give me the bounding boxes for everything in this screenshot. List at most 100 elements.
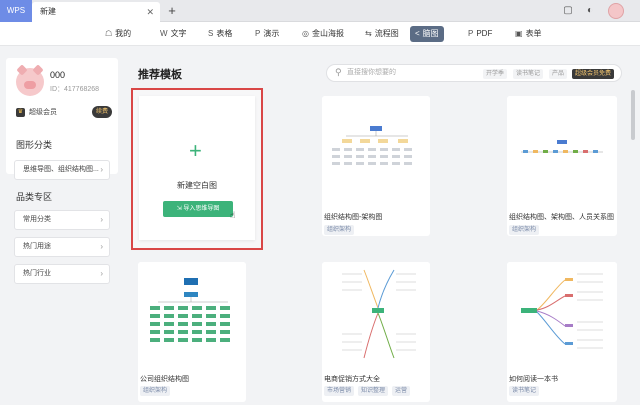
nav-label: 金山海报 xyxy=(311,29,344,38)
poster-icon: ◎ xyxy=(302,29,309,38)
template-tag[interactable]: 市场营销 xyxy=(324,386,355,396)
graph-category-item[interactable]: 思维导图、组织结构图... › xyxy=(14,160,110,180)
company-org-chart-thumbnail xyxy=(150,278,230,342)
template-tag[interactable]: 组织架构 xyxy=(509,225,540,235)
nav-mindmap[interactable]: < 脑图 xyxy=(410,26,444,42)
nav-label: 表单 xyxy=(525,29,542,38)
avatar[interactable] xyxy=(16,64,44,96)
mindmap-thumbnail xyxy=(342,269,416,359)
template-card[interactable]: 组织结构图-架构图 组织架构 xyxy=(322,96,430,236)
nav-my[interactable]: ☖ 我的 xyxy=(100,26,136,42)
nav-label: 文字 xyxy=(170,29,187,38)
pig-ear-icon xyxy=(16,64,28,76)
nav-writer[interactable]: W 文字 xyxy=(155,26,192,42)
search-tag[interactable]: 产品 xyxy=(549,69,568,79)
vip-crown-icon: ♛ xyxy=(16,108,25,117)
vip-free-tag[interactable]: 超级会员免费 xyxy=(572,69,615,79)
sheet-icon: S xyxy=(208,29,214,38)
nav-label: 演示 xyxy=(263,29,280,38)
pig-snout-icon xyxy=(24,81,36,89)
nav-pdf[interactable]: P PDF xyxy=(463,26,497,42)
import-mindmap-button[interactable]: ⇲ 导入思维导图 xyxy=(163,201,233,217)
nav-sheet[interactable]: S 表格 xyxy=(203,26,237,42)
template-card[interactable]: 组织结构图、架构图、人员关系图 组织架构 xyxy=(507,96,617,236)
search-input[interactable]: ⚲ 直接搜你想要的 开学季 读书笔记 产品 超级会员免费 xyxy=(326,64,622,82)
new-blank-label: 新建空白图 xyxy=(177,181,217,190)
template-thumbnail xyxy=(322,96,430,202)
wps-home-tab[interactable]: WPS xyxy=(0,0,32,22)
doc-tab-new[interactable]: 新建 ✕ xyxy=(32,2,160,22)
search-tag[interactable]: 开学季 xyxy=(483,69,508,79)
chevron-right-icon: › xyxy=(100,215,103,224)
nav-presentation[interactable]: P 演示 xyxy=(250,26,284,42)
writer-icon: W xyxy=(160,29,168,38)
template-tag[interactable]: 组织架构 xyxy=(324,225,355,235)
chevron-right-icon: › xyxy=(100,242,103,251)
app-nav-bar: ☖ 我的 W 文字 S 表格 P 演示 ◎ 金山海报 ⇆ 流程图 < 脑图 P PDF ▣ 表单 xyxy=(0,22,640,46)
template-title: 组织结构图-架构图 xyxy=(324,214,383,221)
renew-button[interactable]: 续费 xyxy=(92,106,112,118)
close-tab-icon[interactable]: ✕ xyxy=(146,2,154,22)
template-card[interactable]: 如何阅读一本书 读书笔记 xyxy=(507,262,617,402)
template-card[interactable]: 公司组织结构图 组织架构 xyxy=(138,262,246,402)
search-tag[interactable]: 读书笔记 xyxy=(513,69,544,79)
scrollbar[interactable] xyxy=(631,90,635,140)
username: 000 xyxy=(50,70,66,80)
nav-label: 脑图 xyxy=(422,29,439,38)
new-blank-card[interactable]: + 新建空白图 ⇲ 导入思维导图 ☝ xyxy=(131,88,263,250)
profile-card: 000 ID：417768268 ♛ 超级会员 续费 xyxy=(6,58,118,174)
user-id: ID：417768268 xyxy=(50,86,100,93)
hand-cursor-icon: ☝ xyxy=(230,210,236,220)
doc-tab-label: 新建 xyxy=(40,7,56,16)
new-tab-button[interactable]: + xyxy=(165,2,179,20)
template-tag[interactable]: 读书笔记 xyxy=(509,386,540,396)
nav-label: 我的 xyxy=(115,29,132,38)
presentation-icon: P xyxy=(255,29,261,38)
category-item-hot-use[interactable]: 热门用途 › xyxy=(14,237,110,257)
vip-label: 超级会员 xyxy=(29,109,57,116)
template-thumbnail xyxy=(507,262,617,366)
page-title: 推荐模板 xyxy=(138,69,182,81)
form-icon: ▣ xyxy=(515,29,523,38)
share-icon: < xyxy=(415,29,420,38)
nav-label: 表格 xyxy=(216,29,233,38)
pill-label: 思维导图、组织结构图... xyxy=(23,166,99,173)
template-thumbnail xyxy=(507,96,617,202)
pill-label: 常用分类 xyxy=(23,216,51,223)
reading-mindmap-thumbnail xyxy=(521,273,603,349)
skin-icon[interactable]: ◐ xyxy=(582,3,598,19)
nav-poster[interactable]: ◎ 金山海报 xyxy=(297,26,349,42)
search-icon: ⚲ xyxy=(335,67,342,77)
template-card[interactable]: 电商促销方式大全 市场营销 知识整理 运营 xyxy=(322,262,430,402)
plus-icon: + xyxy=(189,138,202,163)
template-title: 如何阅读一本书 xyxy=(509,376,558,383)
nav-label: 流程图 xyxy=(374,29,399,38)
category-item-common[interactable]: 常用分类 › xyxy=(14,210,110,230)
nav-label: PDF xyxy=(476,29,493,38)
window-layout-icon[interactable]: ▢ xyxy=(560,3,576,19)
nav-flowchart[interactable]: ⇆ 流程图 xyxy=(360,26,404,42)
chevron-right-icon: › xyxy=(100,269,103,278)
pig-ear-icon xyxy=(32,64,44,76)
search-placeholder: 直接搜你想要的 xyxy=(347,69,396,76)
template-title: 电商促销方式大全 xyxy=(324,376,380,383)
template-tag[interactable]: 运营 xyxy=(392,386,411,396)
template-tag[interactable]: 组织架构 xyxy=(140,386,171,396)
import-label: 导入思维导图 xyxy=(183,206,220,212)
nav-form[interactable]: ▣ 表单 xyxy=(510,26,547,42)
relationship-chart-thumbnail xyxy=(521,140,603,153)
home-icon: ☖ xyxy=(105,29,113,38)
user-avatar-small[interactable] xyxy=(608,3,624,19)
template-title: 公司组织结构图 xyxy=(140,376,189,383)
chevron-right-icon: › xyxy=(100,165,103,174)
category-item-hot-industry[interactable]: 热门行业 › xyxy=(14,264,110,284)
new-blank-inner[interactable]: + 新建空白图 ⇲ 导入思维导图 ☝ xyxy=(139,96,255,240)
pill-label: 热门行业 xyxy=(23,270,51,277)
pdf-icon: P xyxy=(468,29,474,38)
category-zone-title: 品类专区 xyxy=(16,192,53,202)
graph-category-title: 图形分类 xyxy=(16,140,53,150)
pill-label: 热门用途 xyxy=(23,243,51,250)
flowchart-icon: ⇆ xyxy=(365,29,372,38)
template-tag[interactable]: 知识整理 xyxy=(358,386,389,396)
org-chart-thumbnail xyxy=(332,126,412,165)
